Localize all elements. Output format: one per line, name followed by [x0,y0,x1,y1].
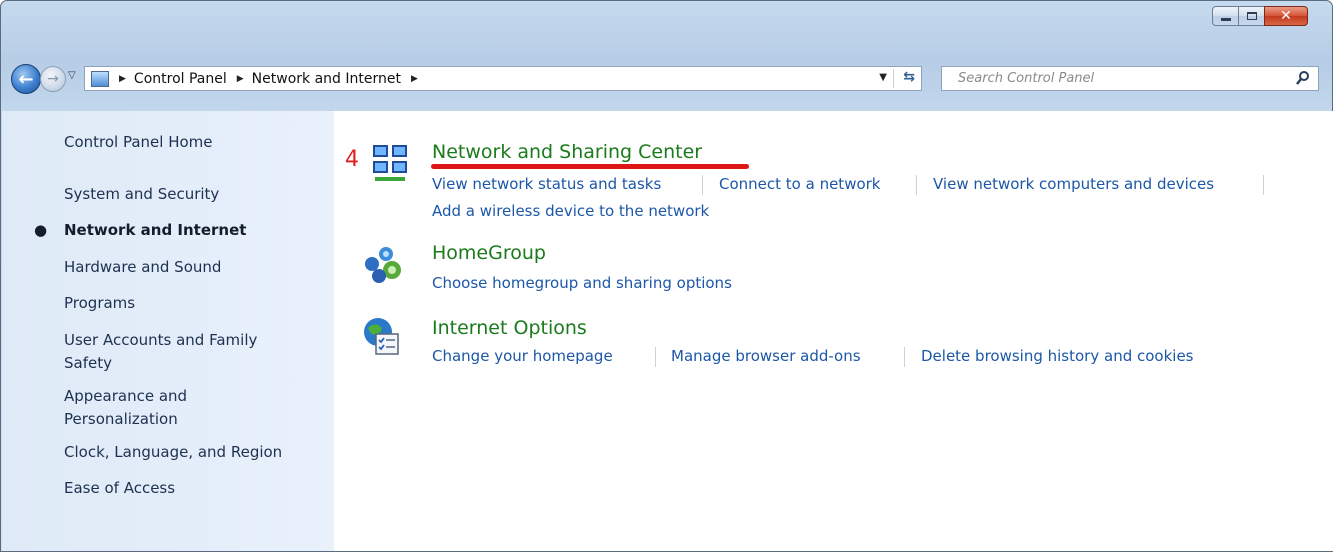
category-internet-options[interactable]: Internet Options [432,317,587,339]
sidebar-item-system-and-security[interactable]: System and Security [64,183,324,206]
task-homegroup-sharing-options[interactable]: Choose homegroup and sharing options [432,274,732,292]
task-delete-browsing-history[interactable]: Delete browsing history and cookies [921,347,1193,365]
category-network-and-sharing-center[interactable]: Network and Sharing Center [432,141,702,163]
link-separator [916,175,917,195]
task-manage-add-ons[interactable]: Manage browser add-ons [671,347,861,365]
category-homegroup[interactable]: HomeGroup [432,242,546,264]
address-divider [893,69,894,88]
task-view-network-status[interactable]: View network status and tasks [432,175,661,193]
sidebar-item-network-and-internet: ● Network and Internet [34,219,324,242]
annotation-underline [431,164,749,169]
refresh-icon[interactable]: ⇆ [903,69,915,85]
network-sharing-icon [373,145,407,181]
task-connect-to-network[interactable]: Connect to a network [719,175,881,193]
breadcrumb-separator-icon[interactable]: ▶ [411,74,418,84]
sidebar: Control Panel Home System and Security ●… [2,111,334,551]
link-separator [655,347,656,367]
main-content: 4 Network and Sharing Center View networ… [334,111,1333,551]
task-view-network-computers[interactable]: View network computers and devices [933,175,1214,193]
sidebar-item-control-panel-home[interactable]: Control Panel Home [64,131,324,154]
current-item-bullet: ● [34,221,48,239]
window-controls: ✕ [1212,6,1308,26]
forward-arrow-icon: → [47,71,59,87]
breadcrumb-separator-icon[interactable]: ▶ [237,74,244,84]
back-arrow-icon: ← [18,68,34,90]
internet-options-icon [364,318,399,355]
sidebar-item-programs[interactable]: Programs [64,292,324,315]
minimize-button[interactable] [1212,6,1239,26]
annotation-step-number: 4 [345,147,359,172]
link-separator [1263,175,1264,195]
sidebar-item-user-accounts-and-family-safety[interactable]: User Accounts and Family Safety [64,329,304,375]
navigation-bar: ← → ▽ ▶ Control Panel ▶ Network and Inte… [1,61,1333,97]
sidebar-item-label: Network and Internet [64,221,247,239]
link-separator [904,347,905,367]
breadcrumb-network-and-internet[interactable]: Network and Internet [252,71,401,87]
homegroup-icon [365,247,401,283]
close-button[interactable]: ✕ [1264,6,1308,26]
recent-pages-dropdown[interactable]: ▽ [68,70,76,81]
minimize-icon [1220,17,1231,21]
maximize-icon [1246,12,1257,20]
control-panel-window: ✕ ← → ▽ ▶ Control Panel ▶ Network and In… [0,0,1333,552]
back-button[interactable]: ← [11,64,41,94]
address-bar[interactable]: ▶ Control Panel ▶ Network and Internet ▶… [84,66,922,91]
address-dropdown-icon[interactable]: ▼ [879,72,887,83]
sidebar-item-appearance-and-personalization[interactable]: Appearance and Personalization [64,385,244,431]
breadcrumb-control-panel[interactable]: Control Panel [134,71,227,87]
search-input[interactable] [942,67,1288,90]
sidebar-item-hardware-and-sound[interactable]: Hardware and Sound [64,256,324,279]
breadcrumb-separator-icon[interactable]: ▶ [119,74,126,84]
task-change-homepage[interactable]: Change your homepage [432,347,613,365]
search-box[interactable] [941,66,1319,91]
maximize-button[interactable] [1238,6,1265,26]
control-panel-icon [91,70,109,87]
sidebar-item-clock-language-and-region[interactable]: Clock, Language, and Region [64,441,324,464]
link-separator [702,175,703,195]
task-add-wireless-device[interactable]: Add a wireless device to the network [432,202,709,220]
forward-button[interactable]: → [40,66,66,92]
search-icon[interactable] [1295,70,1311,86]
sidebar-item-ease-of-access[interactable]: Ease of Access [64,477,324,500]
